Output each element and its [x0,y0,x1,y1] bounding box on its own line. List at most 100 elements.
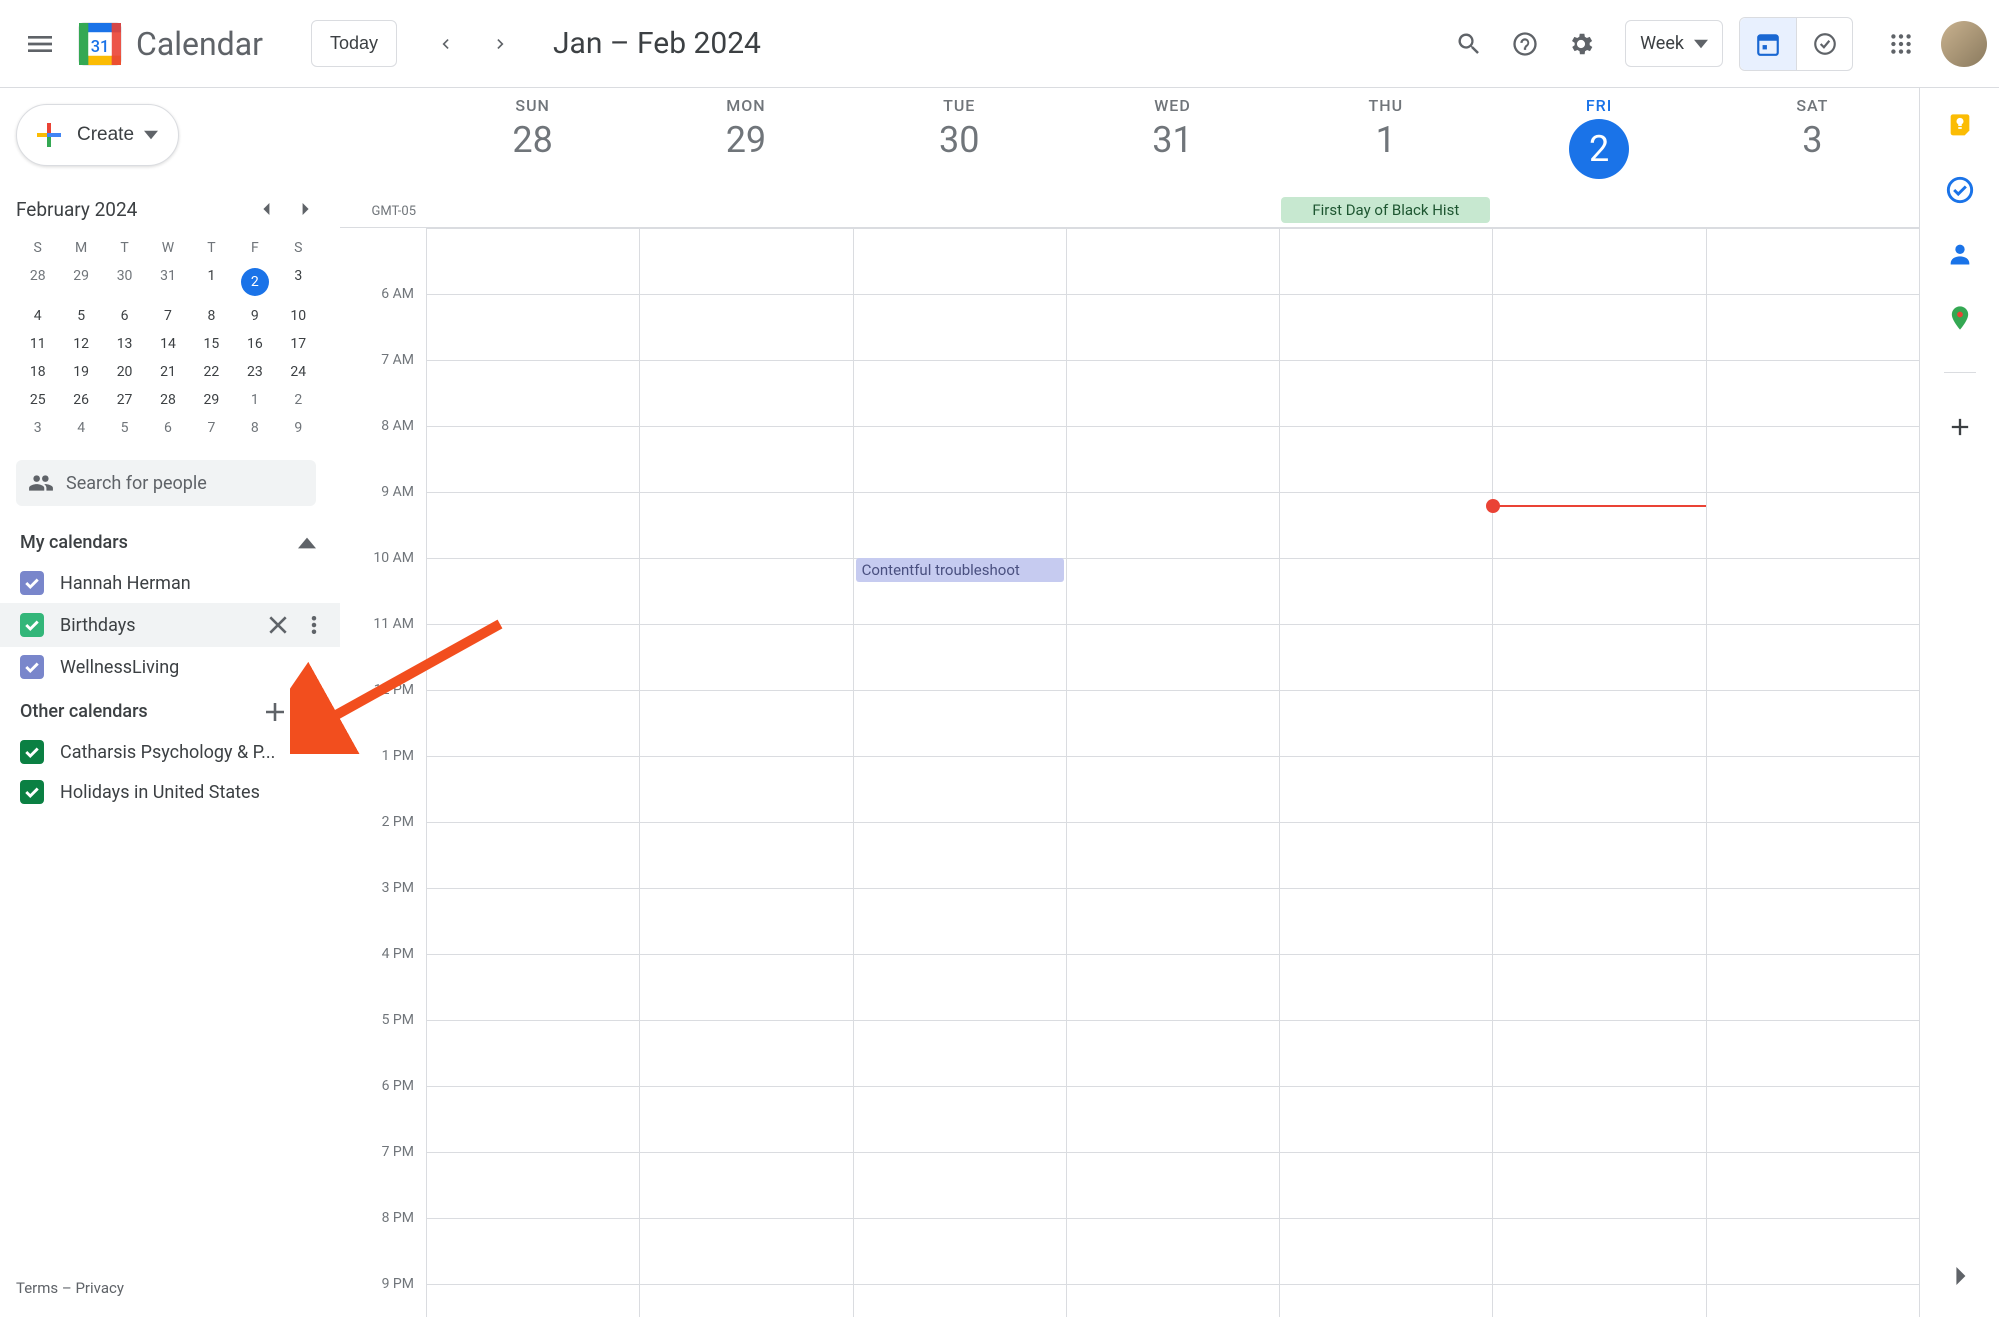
minical-day[interactable]: 20 [103,358,146,386]
minical-day[interactable]: 19 [59,358,102,386]
today-button[interactable]: Today [311,20,397,67]
day-header[interactable]: TUE 30 [853,88,1066,227]
contacts-sidebar-button[interactable] [1946,240,1974,268]
day-header[interactable]: WED 31 [1066,88,1279,227]
settings-button[interactable] [1553,16,1609,72]
tasks-view-toggle[interactable] [1796,18,1852,70]
support-button[interactable] [1497,16,1553,72]
minical-day[interactable]: 8 [233,414,276,442]
minical-day[interactable]: 28 [16,262,59,302]
day-header[interactable]: FRI 2 [1492,88,1705,227]
minical-prev-button[interactable] [252,194,282,224]
privacy-link[interactable]: Privacy [75,1279,123,1297]
minical-next-button[interactable] [290,194,320,224]
add-addon-button[interactable] [1946,413,1974,441]
day-column[interactable] [1706,228,1919,1317]
minical-day[interactable]: 17 [277,330,320,358]
prev-period-button[interactable] [421,20,469,68]
calendar-checkbox[interactable] [20,780,44,804]
minical-day[interactable]: 5 [103,414,146,442]
time-label [340,228,426,286]
minical-day[interactable]: 11 [16,330,59,358]
minical-day[interactable]: 4 [59,414,102,442]
minical-day[interactable]: 30 [103,262,146,302]
search-people-input[interactable]: Search for people [16,460,316,506]
account-avatar[interactable] [1941,21,1987,67]
maps-sidebar-button[interactable] [1946,304,1974,332]
plus-icon[interactable] [266,703,284,721]
minical-day[interactable]: 29 [59,262,102,302]
minical-day[interactable]: 16 [233,330,276,358]
day-column[interactable] [1066,228,1279,1317]
minical-day[interactable]: 10 [277,302,320,330]
main-menu-button[interactable] [8,12,72,76]
minical-day[interactable]: 24 [277,358,320,386]
minical-day[interactable]: 1 [190,262,233,302]
minical-day[interactable]: 15 [190,330,233,358]
minical-day[interactable]: 9 [233,302,276,330]
keep-sidebar-button[interactable] [1946,112,1974,140]
minical-day[interactable]: 6 [103,302,146,330]
minical-day[interactable]: 25 [16,386,59,414]
create-button[interactable]: Create [16,104,179,166]
minical-day[interactable]: 7 [190,414,233,442]
calendar-checkbox[interactable] [20,613,44,637]
minical-day[interactable]: 1 [233,386,276,414]
minical-day[interactable]: 6 [146,414,189,442]
minical-day[interactable]: 9 [277,414,320,442]
minical-day[interactable]: 18 [16,358,59,386]
calendar-remove-button[interactable] [264,611,292,639]
my-calendars-header[interactable]: My calendars [16,518,340,563]
allday-event[interactable]: First Day of Black Hist [1281,197,1490,223]
chevron-up-icon [298,703,316,721]
minical-day[interactable]: 28 [146,386,189,414]
minical-day[interactable]: 29 [190,386,233,414]
minical-day[interactable]: 26 [59,386,102,414]
day-column[interactable] [1279,228,1492,1317]
minical-day[interactable]: 23 [233,358,276,386]
collapse-sidepanel-button[interactable] [1951,1267,1969,1289]
calendar-item[interactable]: Catharsis Psychology & P... [16,732,340,772]
calendar-item[interactable]: Birthdays [0,603,340,647]
next-period-button[interactable] [477,20,525,68]
minical-day[interactable]: 21 [146,358,189,386]
chevron-right-icon [491,34,511,54]
day-header[interactable]: SAT 3 [1706,88,1919,227]
minical-day[interactable]: 3 [277,262,320,302]
day-column[interactable] [426,228,639,1317]
view-selector[interactable]: Week [1625,20,1723,67]
minical-day[interactable]: 2 [277,386,320,414]
calendar-checkbox[interactable] [20,655,44,679]
calendar-view-toggle[interactable] [1740,18,1796,70]
other-calendars-header[interactable]: Other calendars [16,687,340,732]
day-column[interactable] [639,228,852,1317]
calendar-checkbox[interactable] [20,740,44,764]
terms-link[interactable]: Terms [16,1279,58,1297]
minical-day[interactable]: 8 [190,302,233,330]
day-header[interactable]: THU 1 First Day of Black Hist [1279,88,1492,227]
calendar-options-button[interactable] [300,611,328,639]
minical-day[interactable]: 2 [233,262,276,302]
minical-day[interactable]: 3 [16,414,59,442]
minical-day[interactable]: 13 [103,330,146,358]
minical-day[interactable]: 4 [16,302,59,330]
calendar-event[interactable]: Contentful troubleshoot [856,558,1064,582]
calendar-checkbox[interactable] [20,571,44,595]
calendar-item[interactable]: Holidays in United States [16,772,340,812]
calendar-item[interactable]: Hannah Herman [16,563,340,603]
day-header[interactable]: SUN 28 [426,88,639,227]
minical-day[interactable]: 7 [146,302,189,330]
minical-day[interactable]: 5 [59,302,102,330]
tasks-sidebar-button[interactable] [1946,176,1974,204]
day-header[interactable]: MON 29 [639,88,852,227]
minical-day[interactable]: 31 [146,262,189,302]
minical-day[interactable]: 14 [146,330,189,358]
minical-day[interactable]: 22 [190,358,233,386]
minical-day[interactable]: 27 [103,386,146,414]
day-column[interactable]: Contentful troubleshoot [853,228,1066,1317]
calendar-item[interactable]: WellnessLiving [16,647,340,687]
google-apps-button[interactable] [1873,16,1929,72]
day-column[interactable] [1492,228,1705,1317]
minical-day[interactable]: 12 [59,330,102,358]
search-button[interactable] [1441,16,1497,72]
